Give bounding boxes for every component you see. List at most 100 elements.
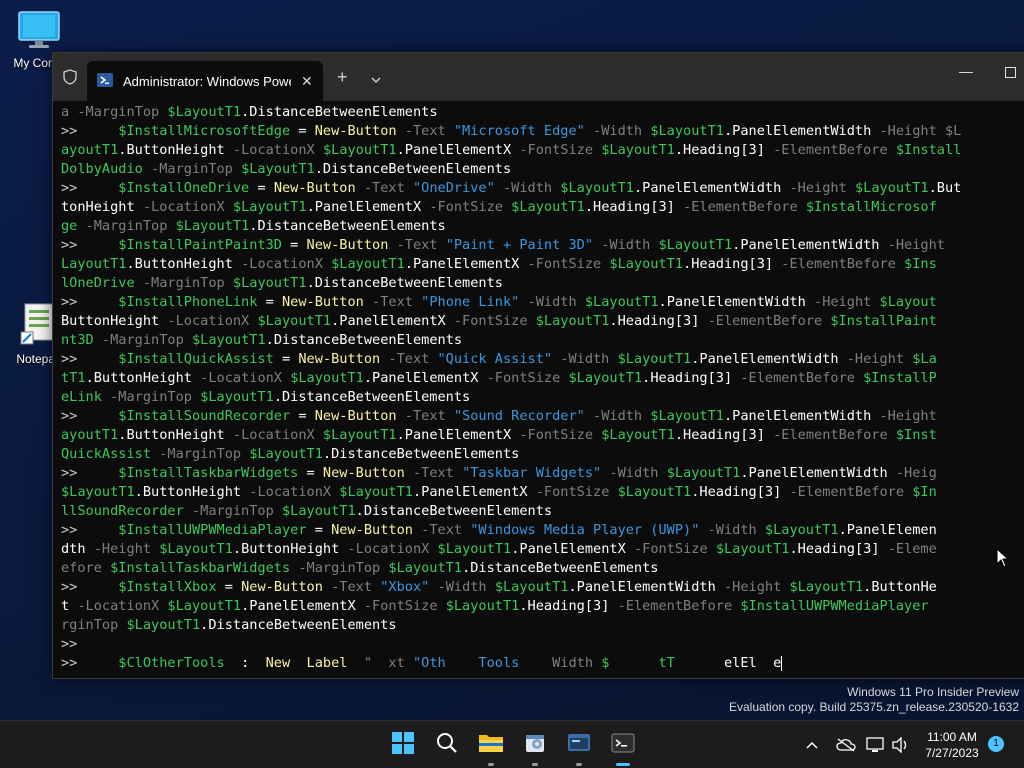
console-output[interactable]: a -MarginTop $LayoutT1.DistanceBetweenEl… [53, 101, 1024, 679]
console-token: .PanelElementWidth [723, 123, 872, 139]
console-token: .PanelElementX [396, 142, 512, 158]
console-token: .ButtonHeight [134, 484, 242, 500]
app-button-4[interactable] [564, 730, 594, 766]
console-token: .Heading[3] [674, 427, 765, 443]
console-token: -LocationX [191, 370, 291, 386]
notification-badge[interactable]: 1 [988, 736, 1004, 752]
search-button[interactable] [432, 730, 462, 760]
console-token: -Text [412, 522, 471, 538]
console-token: -FontSize [421, 199, 512, 215]
monitor-icon [17, 11, 61, 53]
console-token: New-Button [241, 579, 323, 595]
console-line: ge -MarginTop $LayoutT1.DistanceBetweenE… [61, 217, 1024, 236]
console-token: New-Button [298, 351, 381, 367]
console-token: $LayoutT1 [159, 541, 233, 557]
taskbar: 11:00 AM 7/27/2023 1 [0, 720, 1024, 768]
console-token: ayoutT1 [61, 427, 119, 443]
console-token: >> [61, 408, 119, 424]
tab-powershell[interactable]: Administrator: Windows Powe ✕ [87, 61, 323, 101]
console-token: -Height [871, 408, 937, 424]
console-token: -FontSize [355, 598, 446, 614]
console-token: $LayoutT1 [650, 123, 724, 139]
console-token: -Height [781, 180, 855, 196]
console-token: $LayoutT1 [617, 484, 692, 500]
chevron-down-icon[interactable] [371, 71, 381, 89]
onedrive-tray-icon[interactable] [836, 721, 856, 768]
volume-tray-icon[interactable] [892, 721, 910, 768]
console-token: >> [61, 294, 119, 310]
gear-tool-icon [523, 731, 547, 760]
console-token: "Sound Recorder" [453, 408, 585, 424]
console-token: .DistanceBetweenElements [265, 332, 463, 348]
console-token: -MarginTop [93, 332, 192, 348]
console-token: "Oth Tools [412, 655, 536, 671]
app-button-3[interactable] [520, 730, 550, 766]
terminal-taskbar-button[interactable] [608, 730, 638, 766]
console-token: -ElementBefore [764, 142, 896, 158]
console-token: .PanelElementWidth [658, 294, 806, 310]
console-token: -Height [805, 294, 880, 310]
console-token: $LayoutT1 [568, 370, 643, 386]
console-token: -Eleme [879, 541, 937, 557]
tray-overflow-chevron[interactable] [806, 721, 818, 768]
network-tray-icon[interactable] [866, 721, 886, 768]
console-line: llSoundRecorder -MarginTop $LayoutT1.Dis… [61, 502, 1024, 521]
console-line: DolbyAudio -MarginTop $LayoutT1.Distance… [61, 160, 1024, 179]
console-token: New-Button [314, 123, 397, 139]
console-token: $LayoutT1 [658, 237, 733, 253]
console-token: -LocationX [241, 484, 340, 500]
console-token: -Width [552, 351, 618, 367]
title-bar[interactable]: Administrator: Windows Powe ✕ + — [53, 53, 1024, 101]
console-token: .DistanceBetweenElements [314, 161, 512, 177]
console-token: DolbyAudio [61, 161, 143, 177]
console-token: -LocationX [69, 598, 168, 614]
console-token: = [257, 294, 282, 310]
search-icon [436, 732, 458, 759]
console-token: -ElementBefore [609, 598, 741, 614]
maximize-button[interactable] [1005, 67, 1016, 78]
console-token: >> [61, 522, 119, 538]
console-token: $Ins [904, 256, 937, 272]
console-token: -MarginTop [183, 503, 282, 519]
console-token: ge [61, 218, 78, 234]
console-token: $LayoutT1 [617, 351, 692, 367]
console-token: -FontSize [478, 370, 569, 386]
console-token: -Text [355, 180, 413, 196]
new-tab-button[interactable]: + [337, 67, 348, 88]
console-token: $InstallPhoneLink [118, 294, 258, 310]
console-token: $LayoutT1 [437, 541, 512, 557]
console-token: $ tT [601, 655, 724, 671]
file-explorer-button[interactable] [476, 730, 506, 766]
console-line: >> $InstallSoundRecorder = New-Button -T… [61, 407, 1024, 426]
terminal-window-icon [567, 732, 591, 759]
console-token: $Layout [879, 294, 937, 310]
console-token: $InstallMicrosoftEdge [118, 123, 291, 139]
console-token: New-Button [331, 522, 413, 538]
console-token: .DistanceBetweenElements [322, 446, 520, 462]
console-token: .PanelElementX [511, 541, 626, 557]
console-token: $In [912, 484, 937, 500]
terminal-icon [611, 732, 635, 759]
console-token: $La [912, 351, 937, 367]
clock-time: 11:00 AM [927, 730, 977, 744]
console-token: llSoundRecorder [61, 503, 184, 519]
console-token: QuickAssist [61, 446, 152, 462]
console-token: $InstallTaskbarWidgets [118, 465, 299, 481]
console-token: $LayoutT1 [764, 522, 839, 538]
taskbar-clock[interactable]: 11:00 AM 7/27/2023 [912, 729, 992, 761]
watermark-build: Evaluation copy. Build 25375.zn_release.… [729, 700, 1019, 714]
console-token: -ElementBefore [764, 427, 896, 443]
console-token: -Text [380, 351, 438, 367]
console-token: >> [61, 579, 119, 595]
console-line: QuickAssist -MarginTop $LayoutT1.Distanc… [61, 445, 1024, 464]
console-line: >> $ClOtherTools : New Label " xt "Oth T… [61, 654, 1024, 673]
close-icon[interactable]: ✕ [301, 73, 313, 90]
console-line: >> $InstallTaskbarWidgets = New-Button -… [61, 464, 1024, 483]
minimize-button[interactable]: — [959, 63, 973, 79]
console-token: $LayoutT1 [232, 275, 307, 291]
console-token: $LayoutT1 [601, 427, 675, 443]
clock-date: 7/27/2023 [925, 746, 979, 760]
start-button[interactable] [388, 730, 418, 760]
console-token: $LayoutT1 [241, 161, 315, 177]
terminal-window: Administrator: Windows Powe ✕ + — a -Mar… [52, 52, 1024, 679]
